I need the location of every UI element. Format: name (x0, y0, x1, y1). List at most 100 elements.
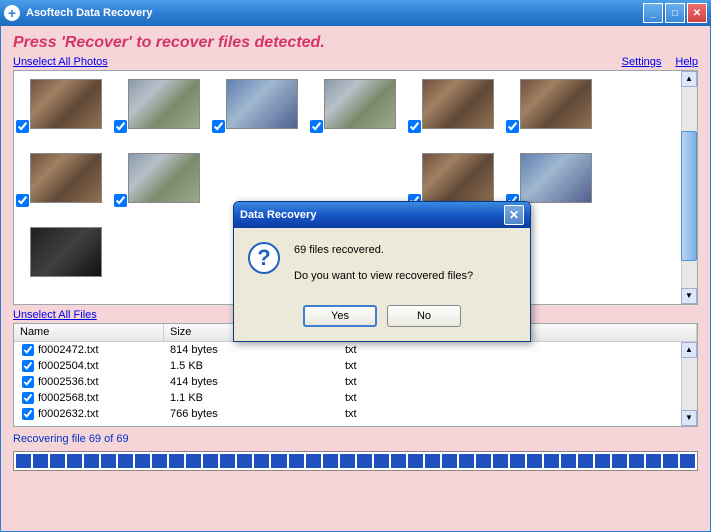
progress-segment (118, 454, 133, 468)
file-checkbox[interactable] (22, 360, 34, 372)
photo-item[interactable] (422, 153, 494, 203)
file-name: f0002536.txt (38, 376, 99, 388)
yes-button[interactable]: Yes (303, 305, 377, 327)
table-row[interactable]: f0002632.txt766 bytestxt (14, 406, 697, 422)
progress-segment (527, 454, 542, 468)
file-checkbox[interactable] (22, 344, 34, 356)
scroll-up-icon[interactable]: ▲ (681, 342, 697, 358)
photo-item[interactable] (422, 79, 494, 129)
progress-segment (169, 454, 184, 468)
scroll-down-icon[interactable]: ▼ (681, 288, 697, 304)
photo-item[interactable] (128, 153, 200, 203)
progress-segment (374, 454, 389, 468)
dialog-line1: 69 files recovered. (294, 242, 473, 260)
photo-thumbnail[interactable] (30, 153, 102, 203)
dialog-close-button[interactable]: ✕ (504, 205, 524, 225)
settings-link[interactable]: Settings (622, 56, 662, 68)
progress-segment (595, 454, 610, 468)
photo-item[interactable] (226, 79, 298, 129)
photo-thumbnail[interactable] (422, 153, 494, 203)
file-size: 814 bytes (164, 344, 339, 356)
progress-segment (510, 454, 525, 468)
table-row[interactable]: f0002568.txt1.1 KBtxt (14, 390, 697, 406)
progress-segment (254, 454, 269, 468)
table-row[interactable]: f0002472.txt814 bytestxt (14, 342, 697, 358)
file-size: 414 bytes (164, 376, 339, 388)
photo-checkbox[interactable] (212, 120, 225, 133)
table-row[interactable]: f0002536.txt414 bytestxt (14, 374, 697, 390)
photo-item[interactable] (128, 79, 200, 129)
photo-checkbox[interactable] (16, 120, 29, 133)
progress-segment (578, 454, 593, 468)
progress-segment (135, 454, 150, 468)
progress-segment (561, 454, 576, 468)
progress-segment (629, 454, 644, 468)
files-scrollbar[interactable]: ▲ ▼ (681, 342, 697, 426)
progress-segment (476, 454, 491, 468)
photo-item[interactable] (30, 79, 102, 129)
photo-thumbnail[interactable] (30, 79, 102, 129)
progress-segment (33, 454, 48, 468)
scroll-down-icon[interactable]: ▼ (681, 410, 697, 426)
photo-item[interactable] (30, 227, 102, 277)
file-checkbox[interactable] (22, 376, 34, 388)
no-button[interactable]: No (387, 305, 461, 327)
photo-thumbnail[interactable] (520, 79, 592, 129)
photo-checkbox[interactable] (408, 120, 421, 133)
photo-thumbnail[interactable] (226, 79, 298, 129)
close-button[interactable]: ✕ (687, 3, 707, 23)
photo-thumbnail[interactable] (520, 153, 592, 203)
progress-segment (271, 454, 286, 468)
photo-checkbox[interactable] (506, 120, 519, 133)
photo-thumbnail[interactable] (30, 227, 102, 277)
progress-segment (220, 454, 235, 468)
photo-thumbnail[interactable] (128, 79, 200, 129)
photos-scrollbar[interactable]: ▲ ▼ (681, 71, 697, 304)
photo-item[interactable] (324, 79, 396, 129)
progress-segment (67, 454, 82, 468)
file-extension: txt (339, 408, 484, 420)
photo-item[interactable] (520, 153, 592, 203)
file-checkbox[interactable] (22, 392, 34, 404)
photo-thumbnail[interactable] (422, 79, 494, 129)
dialog-titlebar: Data Recovery ✕ (234, 202, 530, 228)
progress-segment (16, 454, 31, 468)
scroll-thumb[interactable] (681, 131, 697, 261)
photo-checkbox[interactable] (16, 194, 29, 207)
file-checkbox[interactable] (22, 408, 34, 420)
file-name: f0002472.txt (38, 344, 99, 356)
dialog-message: 69 files recovered. Do you want to view … (294, 242, 473, 285)
status-text: Recovering file 69 of 69 (13, 433, 698, 445)
progress-segment (237, 454, 252, 468)
progress-segment (152, 454, 167, 468)
photo-thumbnail[interactable] (128, 153, 200, 203)
help-link[interactable]: Help (675, 56, 698, 68)
file-size: 766 bytes (164, 408, 339, 420)
unselect-all-files-link[interactable]: Unselect All Files (13, 309, 97, 321)
progress-segment (493, 454, 508, 468)
file-name: f0002504.txt (38, 360, 99, 372)
progress-segment (306, 454, 321, 468)
table-row[interactable]: f0002504.txt1.5 KBtxt (14, 358, 697, 374)
progress-segment (323, 454, 338, 468)
maximize-button[interactable]: □ (665, 3, 685, 23)
photo-checkbox[interactable] (114, 194, 127, 207)
photo-checkbox[interactable] (310, 120, 323, 133)
unselect-all-photos-link[interactable]: Unselect All Photos (13, 56, 108, 68)
photo-item[interactable] (520, 79, 592, 129)
photo-checkbox[interactable] (114, 120, 127, 133)
file-extension: txt (339, 360, 484, 372)
scroll-up-icon[interactable]: ▲ (681, 71, 697, 87)
photo-thumbnail[interactable] (324, 79, 396, 129)
dialog-title: Data Recovery (240, 209, 504, 221)
progress-segment (425, 454, 440, 468)
recovery-dialog: Data Recovery ✕ ? 69 files recovered. Do… (233, 201, 531, 342)
minimize-button[interactable]: _ (643, 3, 663, 23)
app-icon: + (4, 5, 20, 21)
photo-item[interactable] (30, 153, 102, 203)
question-icon: ? (248, 242, 280, 274)
column-name[interactable]: Name (14, 324, 164, 341)
progress-segment (663, 454, 678, 468)
progress-segment (442, 454, 457, 468)
progress-segment (101, 454, 116, 468)
